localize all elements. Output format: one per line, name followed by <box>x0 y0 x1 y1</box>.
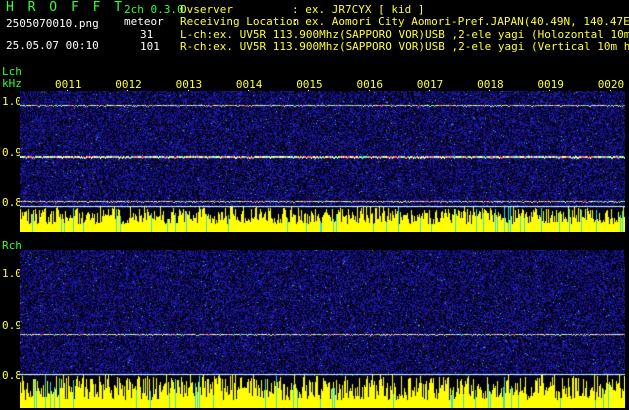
hroft-screen: H R O F F T 2ch 0.3.0 2505070010.png met… <box>0 0 629 410</box>
rch-y-label-1.0: 1.0 <box>2 267 22 280</box>
time-label-0018: 0018 <box>477 78 504 91</box>
time-label-0012: 0012 <box>115 78 142 91</box>
time-label-0014: 0014 <box>235 78 263 91</box>
time-label-0017: 0017 <box>416 78 444 91</box>
lch-unit-label: kHz <box>2 77 22 90</box>
rch-y-label-0.8: 0.8 <box>2 369 22 382</box>
timestamp: 25.05.07 00:10 <box>6 39 99 52</box>
rch-meteor-count: 101 <box>140 40 160 53</box>
lch-y-label-0.9: 0.9 <box>2 146 22 159</box>
file-name: 2505070010.png <box>6 17 99 30</box>
rch-waterfall <box>20 250 625 408</box>
time-label-0015: 0015 <box>296 78 323 91</box>
time-label-0011: 0011 <box>55 78 82 91</box>
time-label-0013: 0013 <box>175 78 203 91</box>
rch-receiver-info: R-ch:ex. UV5R 113.900Mhz(SAPPORO VOR)USB… <box>180 40 629 53</box>
lch-y-label-1.0: 1.0 <box>2 95 22 108</box>
time-label-0016: 0016 <box>356 78 384 91</box>
location-value: : ex. Aomori City Aomori-Pref.JAPAN(40.4… <box>292 15 629 28</box>
rch-y-label-0.9: 0.9 <box>2 319 22 332</box>
rch-label: Rch <box>2 239 22 252</box>
time-label-0019: 0019 <box>537 78 564 91</box>
meteor-label: meteor <box>124 15 164 28</box>
lch-waterfall <box>20 91 625 232</box>
time-label-0020: 0020 <box>597 78 625 91</box>
lch-y-label-0.8: 0.8 <box>2 196 22 209</box>
app-title: H R O F F T <box>6 0 126 15</box>
location-label: Receiving Location <box>180 15 300 28</box>
